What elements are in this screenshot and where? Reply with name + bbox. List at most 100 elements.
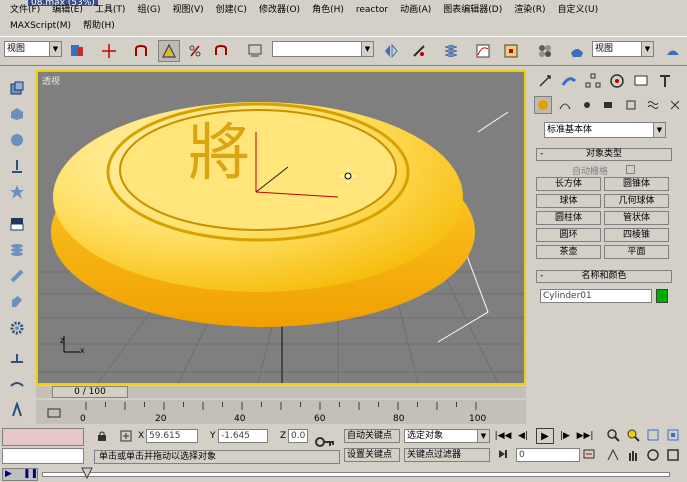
torus-button[interactable]: 圆环 bbox=[536, 228, 601, 242]
hierarchy-icon[interactable] bbox=[6, 348, 28, 368]
layer-manager-icon[interactable] bbox=[440, 40, 462, 62]
previous-frame-icon[interactable]: ◀| bbox=[514, 428, 532, 444]
lock-selection-icon[interactable] bbox=[94, 428, 110, 444]
absolute-mode-icon[interactable] bbox=[118, 428, 134, 444]
modify-tab-icon[interactable] bbox=[558, 70, 580, 92]
geometry-subtab-icon[interactable] bbox=[534, 96, 552, 114]
spacewarps-subtab-icon[interactable] bbox=[644, 96, 662, 114]
menu-item[interactable]: 自定义(U) bbox=[552, 4, 605, 16]
utilities-icon[interactable] bbox=[6, 400, 28, 420]
maxscript-listener[interactable] bbox=[2, 428, 84, 446]
quick-render-icon[interactable] bbox=[662, 40, 684, 62]
menu-item[interactable]: 工具(T) bbox=[89, 4, 132, 16]
field-of-view-icon[interactable] bbox=[604, 446, 622, 464]
menu-item[interactable]: 帮助(H) bbox=[77, 20, 121, 32]
key-filters-button[interactable]: 关键点过滤器 bbox=[404, 448, 490, 462]
teapot-button[interactable]: 茶壶 bbox=[536, 245, 601, 259]
curve-editor-icon[interactable] bbox=[472, 40, 494, 62]
auto-key-button[interactable]: 自动关键点 bbox=[344, 429, 400, 443]
x-coordinate-input[interactable]: 59.615 bbox=[146, 429, 198, 443]
selection-filter-dropdown[interactable]: 视图 ▼ bbox=[4, 41, 62, 57]
pause-icon[interactable]: ❚❚ bbox=[23, 469, 38, 479]
sphere-button[interactable]: 球体 bbox=[536, 194, 601, 208]
next-frame-icon[interactable]: |▶ bbox=[556, 428, 574, 444]
percent-snap-icon[interactable] bbox=[184, 40, 206, 62]
zoom-extents-all-icon[interactable] bbox=[664, 426, 682, 444]
menu-item[interactable]: reactor bbox=[350, 4, 394, 16]
reference-coordinate-dropdown[interactable]: 视图 ▼ bbox=[592, 41, 654, 57]
pan-hand-icon[interactable] bbox=[624, 446, 642, 464]
lights-subtab-icon[interactable] bbox=[578, 96, 596, 114]
angle-snap-icon[interactable] bbox=[158, 40, 180, 62]
set-key-button[interactable]: 设置关键点 bbox=[344, 448, 400, 462]
maxscript-mini-listener[interactable] bbox=[2, 448, 84, 464]
maximize-viewport-icon[interactable] bbox=[664, 446, 682, 464]
sphere-icon[interactable] bbox=[6, 130, 28, 150]
menu-item[interactable]: 编辑(E) bbox=[46, 4, 89, 16]
material-editor-icon[interactable] bbox=[534, 40, 556, 62]
zoom-all-icon[interactable] bbox=[624, 426, 642, 444]
track-bar[interactable]: 0 20 40 60 80 100 bbox=[36, 400, 526, 424]
lights-icon[interactable] bbox=[6, 156, 28, 176]
helpers-subtab-icon[interactable] bbox=[622, 96, 640, 114]
object-color-swatch[interactable] bbox=[656, 289, 668, 303]
object-type-rollout-header[interactable]: - 对象类型 bbox=[536, 148, 672, 161]
menu-item[interactable]: 视图(V) bbox=[166, 4, 209, 16]
zoom-icon[interactable] bbox=[604, 426, 622, 444]
menu-item[interactable]: 组(G) bbox=[131, 4, 166, 16]
hierarchy-tab-icon[interactable] bbox=[582, 70, 604, 92]
geosphere-button[interactable]: 几何球体 bbox=[604, 194, 669, 208]
play-icon[interactable]: ▶ bbox=[5, 469, 12, 479]
modifiers-icon[interactable] bbox=[6, 214, 28, 234]
cylinder-button[interactable]: 圆柱体 bbox=[536, 211, 601, 225]
y-coordinate-input[interactable]: -1.645 bbox=[218, 429, 268, 443]
cone-button[interactable]: 圆锥体 bbox=[604, 177, 669, 191]
edit-icon[interactable] bbox=[6, 292, 28, 312]
menu-item[interactable]: 图表编辑器(D) bbox=[437, 4, 508, 16]
viewport-label[interactable]: 透视 bbox=[42, 74, 60, 87]
stack-icon[interactable] bbox=[6, 240, 28, 260]
menu-item[interactable]: 渲染(R) bbox=[508, 4, 551, 16]
play-icon[interactable]: ▶ bbox=[536, 428, 554, 444]
name-color-rollout-header[interactable]: - 名称和颜色 bbox=[536, 270, 672, 283]
spinner-snap-icon[interactable] bbox=[210, 40, 232, 62]
selection-set-dropdown[interactable]: 选定对象 ▼ bbox=[404, 429, 490, 443]
menu-item[interactable]: 修改器(O) bbox=[253, 4, 306, 16]
menu-item[interactable]: 创建(C) bbox=[210, 4, 253, 16]
create-tab-icon[interactable] bbox=[534, 70, 556, 92]
z-coordinate-input[interactable]: 0.0 bbox=[288, 429, 308, 443]
menu-item[interactable]: MAXScript(M) bbox=[4, 20, 77, 32]
snap-3d-icon[interactable] bbox=[130, 40, 152, 62]
cameras-subtab-icon[interactable] bbox=[600, 96, 618, 114]
menu-item[interactable]: 文件(F) bbox=[4, 4, 46, 16]
motion-icon[interactable] bbox=[6, 374, 28, 394]
menu-item[interactable]: 角色(H) bbox=[306, 4, 350, 16]
plane-button[interactable]: 平面 bbox=[604, 245, 669, 259]
autogrid-checkbox[interactable] bbox=[626, 165, 635, 174]
object-name-input[interactable]: Cylinder01 bbox=[540, 289, 652, 303]
schematic-view-icon[interactable] bbox=[500, 40, 522, 62]
key-mode-icon[interactable] bbox=[494, 446, 512, 462]
time-config-icon[interactable] bbox=[580, 446, 598, 462]
render-setup-icon[interactable] bbox=[566, 40, 588, 62]
mirror-icon[interactable] bbox=[380, 40, 402, 62]
zoom-extents-icon[interactable] bbox=[644, 426, 662, 444]
arc-rotate-icon[interactable] bbox=[644, 446, 662, 464]
align-icon[interactable] bbox=[408, 40, 430, 62]
video-progress-track[interactable] bbox=[42, 472, 670, 477]
shapes-icon[interactable] bbox=[6, 104, 28, 124]
display-tab-icon[interactable] bbox=[630, 70, 652, 92]
time-slider[interactable]: 0 / 100 bbox=[52, 386, 128, 398]
perspective-viewport[interactable]: 透视 將 z x bbox=[36, 70, 526, 385]
helpers-icon[interactable] bbox=[6, 182, 28, 202]
named-selection-dropdown[interactable]: ▼ bbox=[272, 41, 374, 57]
mini-curve-icon[interactable] bbox=[44, 404, 64, 422]
edit-named-selection-icon[interactable] bbox=[244, 40, 266, 62]
cylinder-icon[interactable] bbox=[6, 266, 28, 286]
tube-button[interactable]: 管状体 bbox=[604, 211, 669, 225]
motion-tab-icon[interactable] bbox=[606, 70, 628, 92]
object-category-dropdown[interactable]: 标准基本体 ▼ bbox=[544, 122, 666, 138]
go-to-end-icon[interactable]: ▶▶| bbox=[576, 428, 594, 444]
utilities-tab-icon[interactable] bbox=[654, 70, 676, 92]
select-and-move-icon[interactable] bbox=[98, 40, 120, 62]
